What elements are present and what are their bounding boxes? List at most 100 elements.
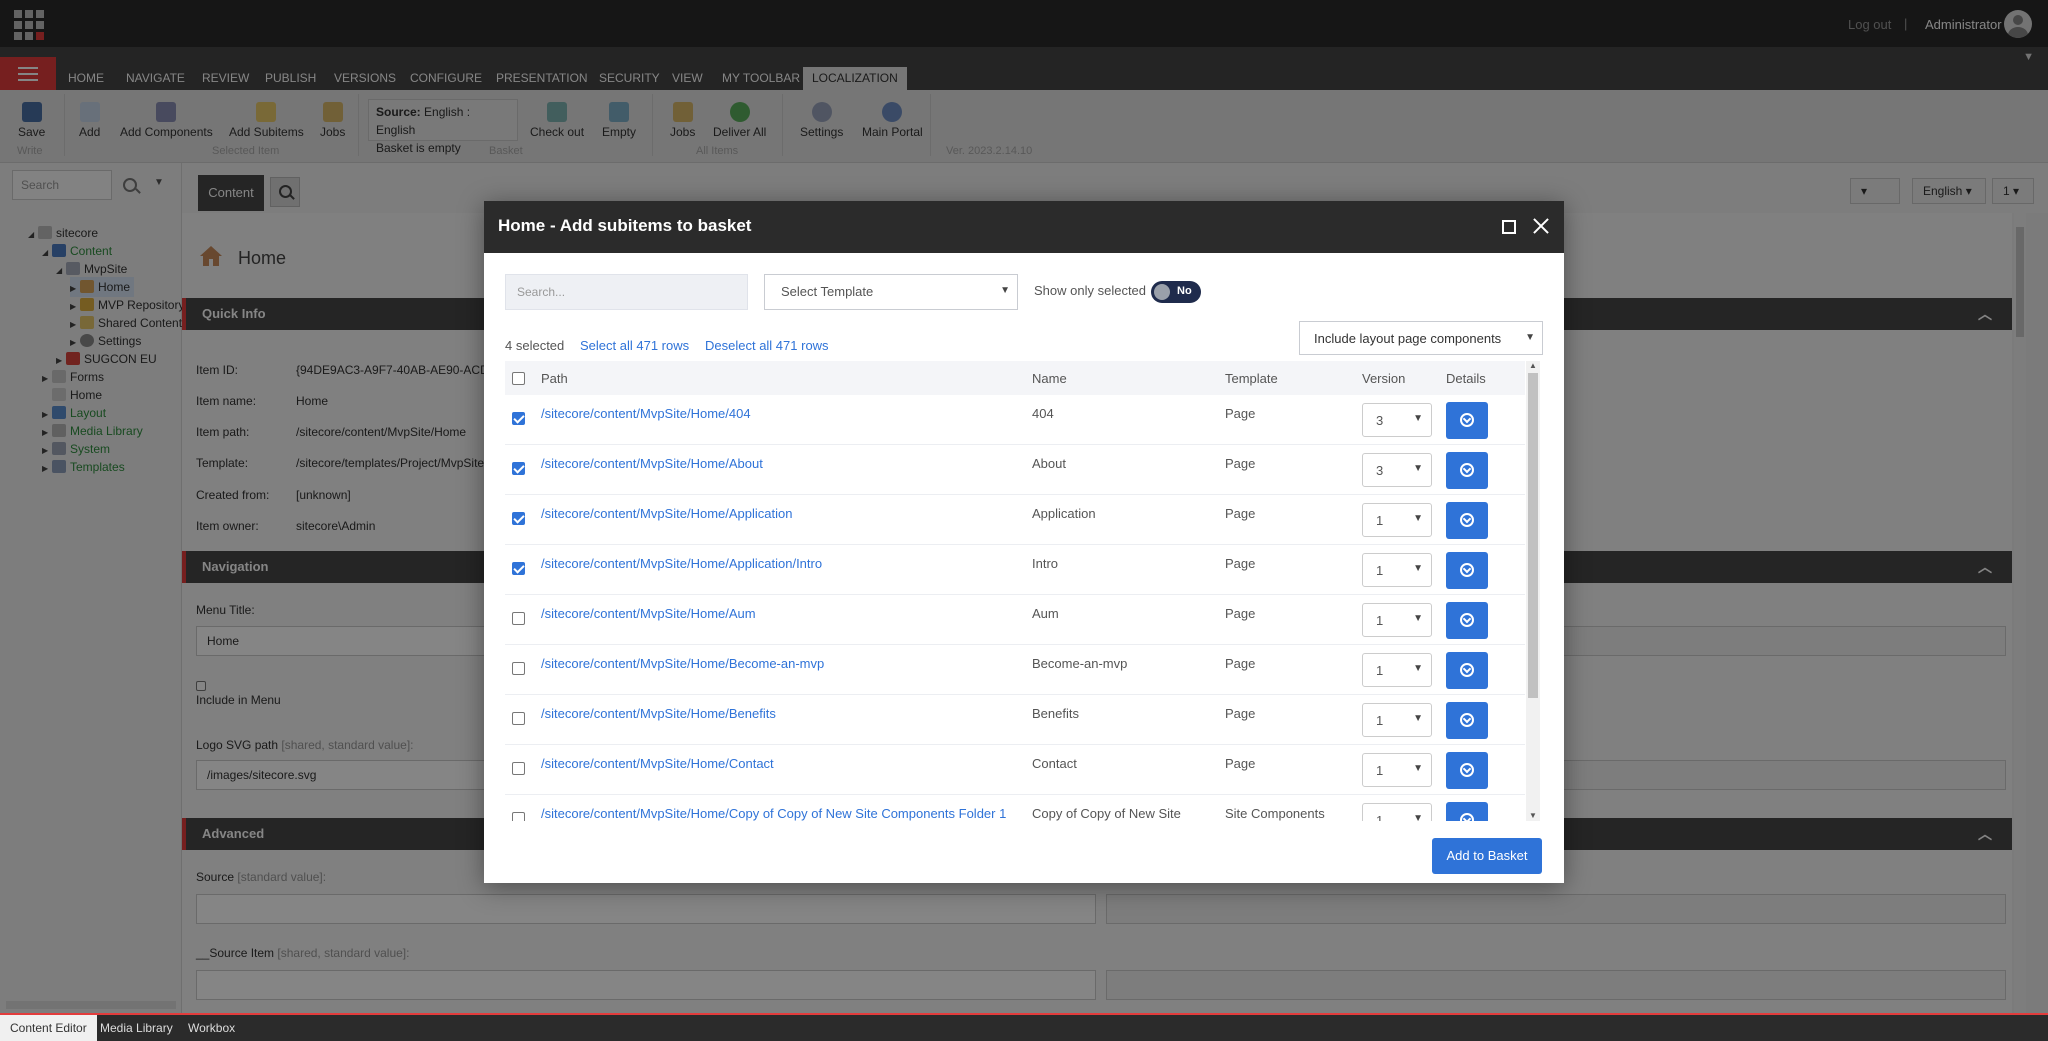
- chevron-circle-icon: [1460, 813, 1474, 821]
- row-template: Page: [1225, 606, 1256, 621]
- grid-header: Path Name Template Version Details: [505, 361, 1525, 395]
- col-version[interactable]: Version: [1362, 371, 1405, 386]
- row-path-link[interactable]: /sitecore/content/MvpSite/Home/Become-an…: [541, 656, 824, 671]
- template-select[interactable]: Select Template ▼: [764, 274, 1018, 310]
- row-name: 404: [1032, 406, 1054, 421]
- row-template: Page: [1225, 656, 1256, 671]
- row-details-button[interactable]: [1446, 502, 1488, 539]
- row-template: Page: [1225, 756, 1256, 771]
- table-row[interactable]: /sitecore/content/MvpSite/Home/Benefits B…: [505, 695, 1525, 745]
- dialog-search-input[interactable]: Search...: [505, 274, 748, 310]
- row-checkbox[interactable]: [512, 562, 525, 575]
- table-row[interactable]: /sitecore/content/MvpSite/Home/Aum Aum Pag…: [505, 595, 1525, 645]
- chevron-circle-icon: [1460, 513, 1474, 527]
- row-details-button[interactable]: [1446, 702, 1488, 739]
- row-name: Aum: [1032, 606, 1059, 621]
- row-path-link[interactable]: /sitecore/content/MvpSite/Home/Benefits: [541, 706, 776, 721]
- row-checkbox[interactable]: [512, 462, 525, 475]
- row-name: Become-an-mvp: [1032, 656, 1128, 671]
- row-path-link[interactable]: /sitecore/content/MvpSite/Home/Aum: [541, 606, 756, 621]
- row-path-link[interactable]: /sitecore/content/MvpSite/Home/Applicati…: [541, 506, 792, 521]
- row-name: Copy of Copy of New Site: [1032, 806, 1181, 821]
- row-version-select[interactable]: 1 ▼: [1362, 803, 1432, 821]
- col-path[interactable]: Path: [541, 371, 568, 386]
- chevron-down-icon: ▼: [1413, 663, 1423, 674]
- deselect-all-link[interactable]: Deselect all 471 rows: [705, 338, 829, 353]
- row-checkbox[interactable]: [512, 412, 525, 425]
- row-checkbox[interactable]: [512, 712, 525, 725]
- row-template: Page: [1225, 556, 1256, 571]
- chevron-down-icon: ▼: [1413, 563, 1423, 574]
- row-checkbox[interactable]: [512, 512, 525, 525]
- row-template: Page: [1225, 506, 1256, 521]
- col-template[interactable]: Template: [1225, 371, 1278, 386]
- chevron-down-icon: ▼: [1413, 413, 1423, 424]
- maximize-icon[interactable]: [1502, 220, 1516, 234]
- dialog-title: Home - Add subitems to basket: [498, 216, 752, 235]
- row-name: About: [1032, 456, 1066, 471]
- add-to-basket-button[interactable]: Add to Basket: [1432, 838, 1542, 874]
- row-version-select[interactable]: 1 ▼: [1362, 603, 1432, 637]
- task-workbox[interactable]: Workbox: [178, 1015, 245, 1041]
- chevron-down-icon: ▼: [1413, 813, 1423, 821]
- row-version-select[interactable]: 1 ▼: [1362, 753, 1432, 787]
- row-version-select[interactable]: 1 ▼: [1362, 653, 1432, 687]
- add-subitems-dialog: Home - Add subitems to basket Search... …: [484, 201, 1564, 883]
- chevron-down-icon: ▼: [1413, 463, 1423, 474]
- chevron-down-icon: ▼: [1413, 513, 1423, 524]
- row-path-link[interactable]: /sitecore/content/MvpSite/Home/Applicati…: [541, 556, 822, 571]
- row-version-select[interactable]: 1 ▼: [1362, 553, 1432, 587]
- select-all-checkbox[interactable]: [512, 372, 525, 385]
- row-version-select[interactable]: 1 ▼: [1362, 703, 1432, 737]
- table-row[interactable]: /sitecore/content/MvpSite/Home/About Abou…: [505, 445, 1525, 495]
- chevron-circle-icon: [1460, 463, 1474, 477]
- row-details-button[interactable]: [1446, 452, 1488, 489]
- row-name: Intro: [1032, 556, 1059, 571]
- chevron-circle-icon: [1460, 563, 1474, 577]
- chevron-circle-icon: [1460, 663, 1474, 677]
- chevron-circle-icon: [1460, 763, 1474, 777]
- select-all-link[interactable]: Select all 471 rows: [580, 338, 689, 353]
- show-only-selected-toggle[interactable]: No: [1151, 281, 1201, 303]
- row-template: Page: [1225, 456, 1256, 471]
- row-checkbox[interactable]: [512, 662, 525, 675]
- row-details-button[interactable]: [1446, 752, 1488, 789]
- table-row[interactable]: /sitecore/content/MvpSite/Home/Copy of C…: [505, 795, 1525, 821]
- row-details-button[interactable]: [1446, 552, 1488, 589]
- chevron-down-icon: ▼: [1413, 763, 1423, 774]
- row-checkbox[interactable]: [512, 812, 525, 821]
- row-version-select[interactable]: 3 ▼: [1362, 453, 1432, 487]
- row-checkbox[interactable]: [512, 762, 525, 775]
- table-row[interactable]: /sitecore/content/MvpSite/Home/404 404 Pag…: [505, 395, 1525, 445]
- row-path-link[interactable]: /sitecore/content/MvpSite/Home/About: [541, 456, 763, 471]
- row-version-select[interactable]: 1 ▼: [1362, 503, 1432, 537]
- chevron-down-icon: ▼: [1413, 613, 1423, 624]
- close-icon[interactable]: [1528, 213, 1554, 239]
- row-checkbox[interactable]: [512, 612, 525, 625]
- table-row[interactable]: /sitecore/content/MvpSite/Home/Applicati…: [505, 545, 1525, 595]
- row-path-link[interactable]: /sitecore/content/MvpSite/Home/Copy of C…: [541, 806, 1006, 821]
- row-path-link[interactable]: /sitecore/content/MvpSite/Home/Contact: [541, 756, 774, 771]
- chevron-down-icon: ▼: [1000, 285, 1010, 296]
- table-row[interactable]: /sitecore/content/MvpSite/Home/Become-an…: [505, 645, 1525, 695]
- row-details-button[interactable]: [1446, 652, 1488, 689]
- row-name: Benefits: [1032, 706, 1079, 721]
- show-only-selected-label: Show only selected: [1034, 283, 1147, 298]
- layout-components-select[interactable]: Include layout page components ▼: [1299, 321, 1543, 355]
- row-path-link[interactable]: /sitecore/content/MvpSite/Home/404: [541, 406, 751, 421]
- task-media-library[interactable]: Media Library: [90, 1015, 183, 1041]
- row-version-select[interactable]: 3 ▼: [1362, 403, 1432, 437]
- row-template: Site Components: [1225, 806, 1325, 821]
- col-details[interactable]: Details: [1446, 371, 1486, 386]
- row-details-button[interactable]: [1446, 802, 1488, 821]
- col-name[interactable]: Name: [1032, 371, 1067, 386]
- chevron-circle-icon: [1460, 413, 1474, 427]
- subitems-grid: Path Name Template Version Details /site…: [505, 361, 1543, 821]
- table-row[interactable]: /sitecore/content/MvpSite/Home/Contact Co…: [505, 745, 1525, 795]
- task-content-editor[interactable]: Content Editor: [0, 1015, 97, 1041]
- grid-scrollbar[interactable]: ▲ ▼: [1526, 361, 1540, 821]
- row-details-button[interactable]: [1446, 602, 1488, 639]
- row-details-button[interactable]: [1446, 402, 1488, 439]
- table-row[interactable]: /sitecore/content/MvpSite/Home/Applicati…: [505, 495, 1525, 545]
- chevron-down-icon: ▼: [1413, 713, 1423, 724]
